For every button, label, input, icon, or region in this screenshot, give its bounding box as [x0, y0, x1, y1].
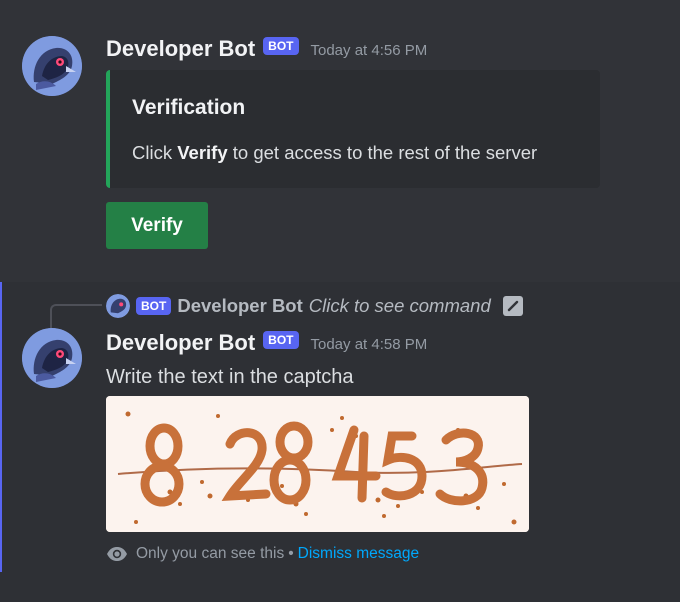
embed-desc-bold: Verify	[177, 142, 228, 163]
message-captcha: BOT Developer Bot Click to see command D…	[0, 282, 680, 602]
embed-title: Verification	[132, 96, 246, 119]
message-verification: Developer Bot BOT Today at 4:56 PM Verif…	[0, 0, 680, 282]
message-header: Developer Bot BOT Today at 4:56 PM	[106, 36, 427, 62]
message-header: Developer Bot BOT Today at 4:58 PM	[106, 330, 427, 356]
embed-desc-suffix: to get access to the rest of the server	[232, 142, 538, 163]
timestamp[interactable]: Today at 4:58 PM	[311, 336, 428, 353]
reply-command-link[interactable]: Click to see command	[309, 295, 491, 317]
embed-desc-prefix: Click	[132, 142, 173, 163]
ephemeral-notice: Only you can see this • Dismiss message	[106, 545, 419, 563]
ephemeral-separator: •	[288, 545, 294, 562]
command-icon[interactable]	[502, 296, 523, 316]
timestamp[interactable]: Today at 4:56 PM	[311, 42, 428, 59]
verify-button[interactable]: Verify	[106, 202, 208, 249]
bot-avatar[interactable]	[22, 328, 82, 388]
highlight-bar	[0, 282, 2, 572]
bot-tag: BOT	[263, 331, 299, 349]
author-name[interactable]: Developer Bot	[106, 36, 255, 62]
embed-description: Click Verify to get access to the rest o…	[132, 142, 537, 164]
ephemeral-text: Only you can see this	[136, 545, 285, 562]
reply-avatar[interactable]	[106, 294, 130, 318]
reply-author-name[interactable]: Developer Bot	[177, 295, 302, 317]
captcha-image[interactable]	[106, 396, 529, 532]
verification-embed: Verification Click Verify to get access …	[106, 70, 600, 188]
reply-bot-tag: BOT	[136, 297, 172, 315]
bot-tag: BOT	[263, 37, 299, 55]
reply-connector	[50, 304, 102, 328]
author-name[interactable]: Developer Bot	[106, 330, 255, 356]
reply-reference[interactable]: BOT Developer Bot Click to see command	[106, 294, 523, 318]
dismiss-message-link[interactable]: Dismiss message	[298, 545, 419, 563]
message-text: Write the text in the captcha	[106, 366, 354, 388]
eye-icon	[107, 547, 127, 561]
bot-avatar[interactable]	[22, 36, 82, 96]
